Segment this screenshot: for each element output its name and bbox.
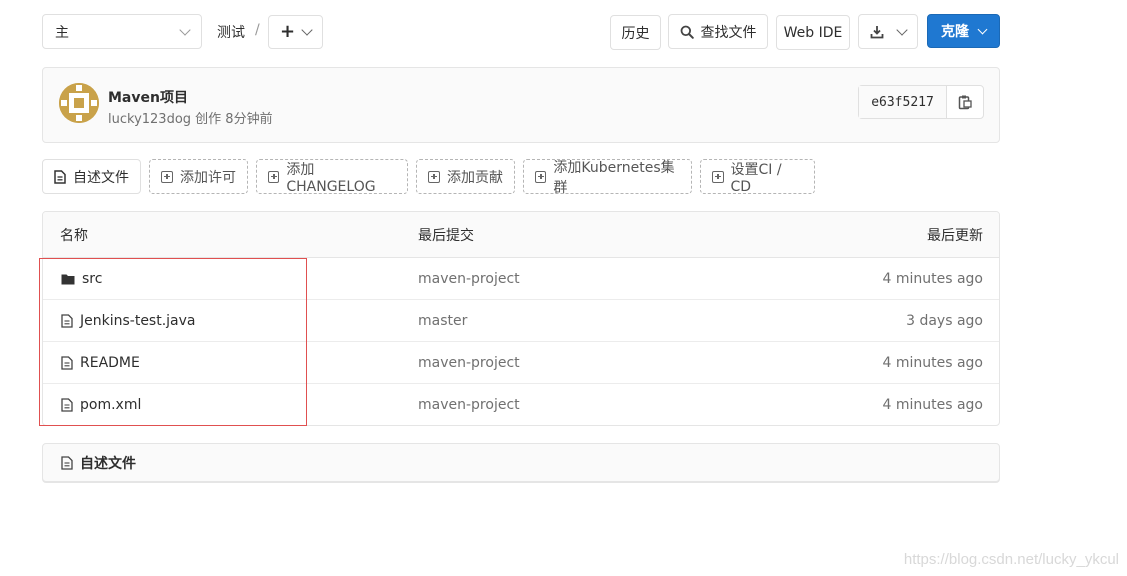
- file-icon: [61, 356, 73, 370]
- breadcrumb-project[interactable]: 测试: [217, 22, 245, 42]
- plus-square-icon: [535, 170, 547, 183]
- commit-title[interactable]: Maven项目: [108, 87, 188, 107]
- add-dropdown-button[interactable]: +: [268, 15, 323, 49]
- web-ide-button[interactable]: Web IDE: [776, 15, 850, 50]
- download-icon: [870, 25, 884, 39]
- add-kubernetes-label: 添加Kubernetes集群: [553, 159, 675, 196]
- add-kubernetes-button[interactable]: 添加Kubernetes集群: [523, 159, 692, 196]
- file-name-link[interactable]: Jenkins-test.java: [80, 313, 196, 329]
- file-icon: [54, 169, 66, 184]
- table-row[interactable]: Jenkins-test.java master 3 days ago: [43, 300, 999, 342]
- commit-sha[interactable]: e63f5217: [859, 86, 947, 118]
- readme-title: 自述文件: [80, 456, 136, 472]
- file-name-link[interactable]: src: [82, 271, 102, 287]
- commit-time: 创作 8分钟前: [195, 112, 273, 127]
- readme-header: 自述文件: [61, 444, 136, 482]
- table-row[interactable]: pom.xml maven-project 4 minutes ago: [43, 384, 999, 425]
- file-icon: [61, 456, 73, 470]
- readme-button[interactable]: 自述文件: [42, 159, 141, 194]
- file-icon: [61, 314, 73, 328]
- add-contributing-label: 添加贡献: [447, 169, 503, 186]
- plus-square-icon: [712, 170, 724, 183]
- avatar[interactable]: [59, 83, 99, 123]
- add-changelog-button[interactable]: 添加CHANGELOG: [256, 159, 408, 195]
- branch-name: 主: [55, 24, 69, 41]
- find-file-label: 查找文件: [700, 24, 757, 41]
- setup-ci-cd-button[interactable]: 设置CI / CD: [700, 159, 815, 195]
- commit-message-link[interactable]: maven-project: [418, 342, 520, 384]
- clone-button[interactable]: 克隆: [927, 14, 1000, 48]
- plus-square-icon: [428, 170, 440, 183]
- branch-select[interactable]: 主: [42, 14, 202, 49]
- folder-icon: [61, 273, 75, 285]
- chevron-down-icon: [977, 24, 988, 34]
- readme-label: 自述文件: [73, 169, 129, 186]
- setup-ci-cd-label: 设置CI / CD: [730, 161, 782, 195]
- add-license-button[interactable]: 添加许可: [149, 159, 248, 194]
- commit-time: 3 days ago: [906, 313, 983, 329]
- file-tree-table: 名称 最后提交 最后更新 src maven-project 4 minutes…: [42, 211, 1000, 426]
- commit-meta: lucky123dog 创作 8分钟前: [108, 108, 273, 127]
- table-row[interactable]: src maven-project 4 minutes ago: [43, 258, 999, 300]
- commit-author[interactable]: lucky123dog: [108, 112, 191, 127]
- history-button[interactable]: 历史: [610, 15, 661, 50]
- add-license-label: 添加许可: [180, 169, 236, 186]
- commit-message-link[interactable]: maven-project: [418, 258, 520, 300]
- clone-label: 克隆: [941, 24, 969, 40]
- table-row[interactable]: README maven-project 4 minutes ago: [43, 342, 999, 384]
- clipboard-icon: [958, 94, 972, 110]
- commit-time: 4 minutes ago: [882, 355, 983, 371]
- commit-message-link[interactable]: maven-project: [418, 384, 520, 425]
- chevron-down-icon: [179, 23, 191, 36]
- file-name-link[interactable]: README: [80, 355, 140, 371]
- search-icon: [680, 25, 694, 39]
- file-name-link[interactable]: pom.xml: [80, 397, 141, 413]
- add-contributing-button[interactable]: 添加贡献: [416, 159, 515, 194]
- header-last-commit: 最后提交: [418, 228, 474, 244]
- find-file-button[interactable]: 查找文件: [668, 14, 768, 49]
- commit-sha-group: e63f5217: [858, 85, 984, 119]
- plus-square-icon: [268, 170, 280, 183]
- download-dropdown-button[interactable]: [858, 14, 918, 49]
- table-header: 名称 最后提交 最后更新: [43, 212, 999, 258]
- commit-time: 4 minutes ago: [882, 271, 983, 287]
- plus-square-icon: [161, 170, 173, 183]
- chevron-down-icon: [301, 24, 313, 36]
- commit-message-link[interactable]: master: [418, 300, 467, 342]
- readme-panel: 自述文件: [42, 443, 1000, 482]
- commit-time: 4 minutes ago: [882, 397, 983, 413]
- watermark: https://blog.csdn.net/lucky_ykcul: [903, 551, 1119, 568]
- file-icon: [61, 398, 73, 412]
- add-changelog-label: 添加CHANGELOG: [286, 161, 376, 195]
- header-name: 名称: [60, 228, 88, 244]
- plus-icon: +: [279, 21, 296, 42]
- copy-sha-button[interactable]: [947, 86, 983, 118]
- chevron-down-icon: [896, 23, 908, 36]
- header-last-update: 最后更新: [927, 228, 983, 244]
- breadcrumb-separator: /: [255, 22, 260, 38]
- last-commit-panel: Maven项目 lucky123dog 创作 8分钟前 e63f5217: [42, 67, 1000, 143]
